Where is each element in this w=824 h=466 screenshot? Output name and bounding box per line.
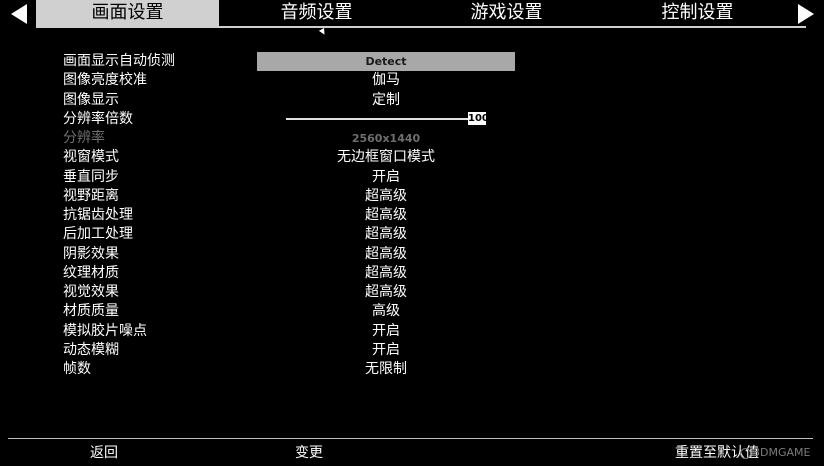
setting-row[interactable]: 抗锯齿处理 超高级 — [0, 206, 824, 225]
setting-label: 帧数 — [63, 361, 91, 377]
change-button[interactable]: 变更 — [295, 444, 323, 462]
setting-row: 分辨率 2560x1440 — [0, 129, 824, 148]
setting-row[interactable]: 视窗模式 无边框窗口模式 — [0, 148, 824, 167]
setting-row[interactable]: 画面显示自动侦测 Detect — [0, 52, 824, 71]
setting-label: 视窗模式 — [63, 149, 119, 166]
setting-row[interactable]: 图像显示 定制 — [0, 91, 824, 110]
tab-controls[interactable]: 控制设置 — [599, 0, 796, 26]
setting-value[interactable]: 开启 — [257, 322, 515, 341]
setting-label: 动态模糊 — [63, 341, 119, 358]
setting-label: 垂直同步 — [63, 168, 119, 185]
setting-row[interactable]: 纹理材质 超高级 — [0, 264, 824, 283]
resolution-scale-slider[interactable] — [286, 117, 468, 120]
setting-label: 材质质量 — [63, 303, 119, 320]
setting-label: 纹理材质 — [63, 264, 119, 281]
tab-graphics[interactable]: 画面设置 — [36, 0, 219, 26]
watermark-text: 3DMGAME — [753, 446, 811, 459]
setting-label: 图像亮度校准 — [63, 72, 147, 89]
mouse-cursor-icon — [318, 27, 328, 37]
setting-value[interactable]: 超高级 — [257, 283, 515, 302]
slider-value-handle[interactable]: 100 — [468, 111, 489, 125]
setting-label: 视野距离 — [63, 187, 119, 204]
setting-label: 后加工处理 — [63, 226, 133, 243]
tab-bar: 画面设置 音频设置 游戏设置 控制设置 — [0, 0, 824, 28]
setting-label: 分辨率倍数 — [63, 110, 133, 127]
setting-value: 2560x1440 — [351, 132, 421, 145]
tab-underline — [36, 26, 806, 28]
setting-row[interactable]: 模拟胶片噪点 开启 — [0, 322, 824, 341]
setting-label: 模拟胶片噪点 — [63, 322, 147, 339]
setting-value[interactable]: 无边框窗口模式 — [257, 148, 515, 167]
setting-label: 阴影效果 — [63, 245, 119, 262]
tab-audio[interactable]: 音频设置 — [219, 0, 414, 26]
setting-value[interactable]: 超高级 — [257, 187, 515, 206]
slider-fill — [286, 117, 468, 120]
setting-value[interactable]: 超高级 — [257, 264, 515, 283]
setting-value[interactable]: 高级 — [257, 302, 515, 321]
setting-row[interactable]: 图像亮度校准 伽马 — [0, 71, 824, 90]
setting-value[interactable]: 超高级 — [257, 225, 515, 244]
back-button[interactable]: 返回 — [90, 444, 118, 462]
watermark-logo-icon — [740, 447, 751, 459]
setting-label: 分辨率 — [63, 130, 105, 146]
setting-value[interactable]: 开启 — [257, 341, 515, 360]
setting-row[interactable]: 垂直同步 开启 — [0, 168, 824, 187]
setting-value[interactable]: 伽马 — [257, 71, 515, 90]
setting-label: 视觉效果 — [63, 284, 119, 300]
setting-value[interactable]: 超高级 — [257, 206, 515, 225]
tab-game[interactable]: 游戏设置 — [414, 0, 599, 26]
setting-value[interactable]: 开启 — [257, 168, 515, 187]
setting-label: 抗锯齿处理 — [63, 207, 133, 223]
setting-row[interactable]: 后加工处理 超高级 — [0, 225, 824, 244]
setting-row[interactable]: 视野距离 超高级 — [0, 187, 824, 206]
setting-row[interactable]: 视觉效果 超高级 — [0, 283, 824, 302]
setting-label: 图像显示 — [63, 91, 119, 108]
setting-value[interactable]: 无限制 — [257, 360, 515, 379]
tab-prev-arrow-icon[interactable] — [11, 4, 27, 24]
setting-row[interactable]: 动态模糊 开启 — [0, 341, 824, 360]
watermark: 3DMGAME — [740, 446, 810, 459]
setting-row[interactable]: 分辨率倍数 100 — [0, 110, 824, 129]
tab-next-arrow-icon[interactable] — [798, 4, 814, 24]
setting-row[interactable]: 帧数 无限制 — [0, 360, 824, 379]
setting-row[interactable]: 阴影效果 超高级 — [0, 245, 824, 264]
setting-row[interactable]: 材质质量 高级 — [0, 302, 824, 321]
setting-value[interactable]: Detect — [257, 52, 515, 71]
setting-value[interactable]: 超高级 — [257, 245, 515, 264]
setting-label: 画面显示自动侦测 — [63, 53, 175, 69]
setting-value[interactable]: 定制 — [257, 91, 515, 110]
footer-divider — [8, 438, 813, 439]
